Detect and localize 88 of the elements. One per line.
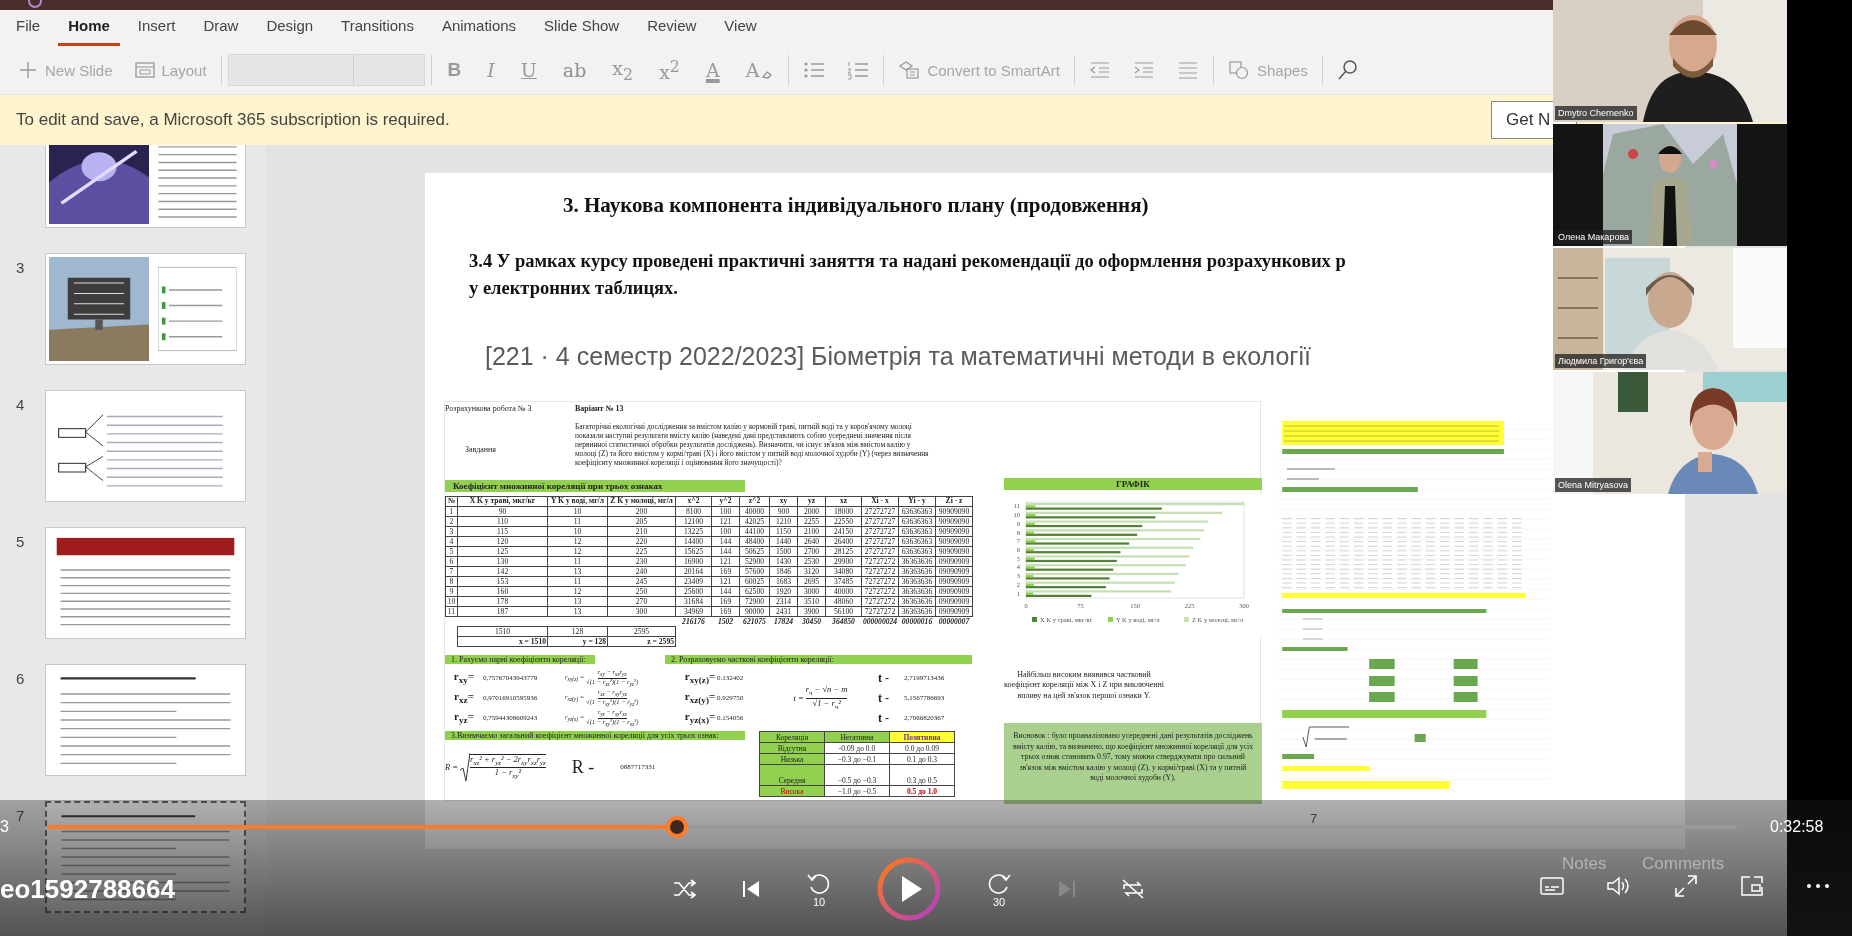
previous-icon[interactable] (740, 878, 762, 900)
menu-tab[interactable]: Slide Show (534, 13, 630, 46)
sheet-text: Варіант № 13 (575, 404, 625, 415)
menu-tab[interactable]: View (714, 13, 767, 46)
coefficient-label: r$_{xz(y)}$= (683, 690, 717, 706)
format-button[interactable]: A (695, 53, 730, 87)
r-label: R - (571, 756, 595, 778)
fullscreen-icon[interactable] (1674, 874, 1698, 898)
course-heading: [221 · 4 семестр 2022/2023] Біометрія та математичні методи в екології (485, 342, 1311, 371)
toolbar-button[interactable]: Convert to SmartArt (890, 53, 1068, 87)
coefficient-label: r$_{xy(z)}$= (683, 670, 717, 686)
section-header: 3.Визначаємо загальний коефіцієнт множинної кореляції для усіх трьох ознак: (445, 731, 745, 740)
slide-thumbnail[interactable] (45, 253, 246, 365)
format-button[interactable]: x$^{2}$ (649, 53, 690, 87)
t-label: t - (878, 710, 890, 726)
plus-icon (18, 60, 38, 80)
shuffle-icon[interactable] (672, 878, 698, 900)
section-header: 1. Рахуємо парні коефіцієнти кореляції: (445, 655, 595, 664)
coefficient-label: r$_{xz}$= (453, 690, 475, 706)
layout-icon (134, 61, 155, 79)
menu-tab[interactable]: Transitions (331, 13, 424, 46)
indent-icon (1132, 60, 1155, 80)
mini-player-icon[interactable] (1740, 875, 1764, 897)
numbered-list-icon (847, 60, 870, 80)
slide-number: 3 (15, 258, 26, 276)
search-icon (1336, 59, 1359, 81)
participant-name: Olena Mitryasova (1555, 478, 1632, 492)
coefficient-label: r$_{xy}$= (452, 670, 476, 686)
notes-button[interactable]: Notes (1562, 854, 1607, 874)
slide-number: 7 (1310, 811, 1318, 826)
t-label: t - (878, 670, 890, 686)
volume-icon[interactable] (1606, 875, 1632, 897)
menu-tab[interactable]: File (6, 13, 51, 46)
menu-tab[interactable]: Review (637, 13, 707, 46)
slide-number: 6 (15, 669, 26, 687)
clear-format-button[interactable]: A (735, 53, 783, 87)
participant-name: Олена Макарова (1555, 230, 1633, 244)
repeat-off-icon[interactable] (1120, 877, 1146, 901)
chart-title: ГРАФІК (1004, 478, 1262, 490)
menu-tab[interactable]: Animations (431, 13, 527, 46)
sheet-text: Завдання (464, 445, 497, 455)
t-label: t - (878, 690, 890, 706)
section-header: Коефіцієнт множинної кореляції при трьох ознаках (445, 480, 745, 492)
more-icon[interactable] (1806, 883, 1830, 889)
slide-title: 3. Наукова компонента індивідуального плану (продовження) (563, 193, 1150, 218)
rewind-button[interactable]: 10 (804, 870, 834, 908)
format-button[interactable]: B (437, 53, 472, 87)
smartart-icon (898, 60, 921, 80)
format-button[interactable]: x$_{2}$ (602, 53, 644, 87)
time-text: 0:32:58 (1770, 818, 1824, 836)
slide-subtitle: у електронних таблицях. (469, 277, 679, 300)
radical-sign-icon (460, 752, 471, 782)
bullets-icon (803, 60, 826, 80)
slide-subtitle: 3.4 У рамках курсу проведені практичні заняття та надані рекомендації до оформлення розрахункових р (469, 250, 1347, 273)
notice-text: To edit and save, a Microsoft 365 subscription is required. (16, 110, 450, 130)
menu-tab[interactable]: Draw (193, 13, 249, 46)
toolbar-button[interactable]: Shapes (1219, 53, 1316, 87)
coefficient-label: r$_{yz(x)}$= (683, 710, 717, 726)
section-header: 2. Розраховуємо часткові коефіцієнти кореляції: (665, 655, 972, 664)
participant-name: Людмила Григор'єва (1555, 354, 1647, 368)
play-button[interactable] (876, 856, 942, 922)
captions-icon[interactable] (1540, 876, 1564, 896)
r-formula: R = r$_{xz}$² + r$_{yz}$² − 2r$_{xy}$r$_{xz}$r$_{yz}$ 1 − r$_{xy}$² (445, 752, 546, 782)
align-icon (1176, 60, 1199, 80)
eraser-icon (762, 69, 773, 79)
comments-button[interactable]: Comments (1642, 854, 1725, 874)
position-text: 3 (0, 818, 10, 836)
t-formula: t = r$_{ч}$ − √n − m √1 − r$_{ч}$² (792, 685, 849, 711)
outdent-icon (1088, 60, 1111, 80)
format-button[interactable]: U (510, 53, 547, 87)
toolbar-button[interactable]: New Slide (10, 53, 121, 87)
note-text: Найбільш високим виявився частковий коефіцієнт кореляції між X і Z при виключенні впливу на цей зв'язок першої ознаки Y. (1004, 670, 1164, 702)
video-title: eo1592788664 (0, 874, 175, 905)
slide-number: 4 (15, 395, 26, 413)
menu-tab[interactable]: Design (256, 13, 324, 46)
format-button[interactable]: ab (552, 53, 597, 87)
slide-number: 5 (15, 532, 26, 550)
toolbar-button[interactable]: Layout (126, 53, 215, 87)
menu-tab[interactable]: Insert (127, 13, 186, 46)
slide-thumbnail[interactable] (45, 145, 246, 228)
format-button[interactable]: I (477, 53, 505, 87)
participant-name: Dmytro Chernenko (1555, 106, 1637, 120)
sheet-text: Розрахункова робота № 3 (445, 404, 533, 415)
menu-tab[interactable]: Home (58, 13, 120, 46)
slide-number: 7 (15, 806, 26, 824)
shapes-icon (1227, 60, 1250, 80)
coefficient-label: r$_{yz}$= (453, 710, 475, 726)
forward-button[interactable]: 30 (984, 870, 1014, 908)
